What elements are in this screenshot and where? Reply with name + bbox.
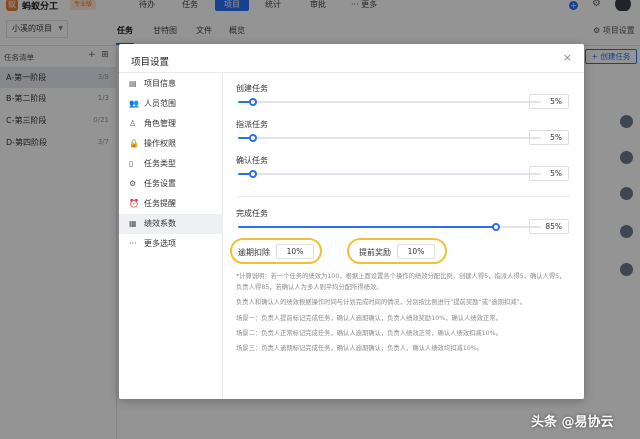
slider-confirm[interactable] — [238, 170, 541, 178]
slider-value-create[interactable]: 5% — [529, 94, 569, 109]
early-reward-label: 提前奖励 — [359, 248, 391, 257]
file-icon: ▯ — [129, 159, 134, 168]
note-text: 场景三：负责人逾期标记完成任务，确认人逾期确认，负责人、确认人绩效均扣减10%。 — [236, 345, 483, 353]
note-text: 场景二：负责人正常标记完成任务，确认人逾期确认，负责人绩效正常，确认人绩效扣减1… — [236, 329, 502, 337]
slider-create[interactable] — [238, 98, 541, 106]
menu-item-task-reminders[interactable]: ⏰ 任务提醒 — [119, 194, 223, 214]
user-icon: ♙ — [129, 119, 137, 128]
menu-item-task-types[interactable]: ▯ 任务类型 — [119, 154, 223, 174]
menu-item-label: 任务设置 — [144, 179, 176, 188]
gear-icon: ⚙ — [129, 179, 137, 188]
slider-handle[interactable] — [249, 170, 258, 178]
menu-item-task-settings[interactable]: ⚙ 任务设置 — [119, 174, 223, 194]
menu-item-label: 更多选项 — [144, 239, 176, 248]
note-text: *计算说明：若一个任务的绩效为100，根据上面设置各个操作的绩效分配比例，创建人… — [236, 273, 566, 292]
slider-label-complete: 完成任务 — [236, 209, 268, 218]
slider-fill — [238, 226, 496, 228]
performance-settings: 创建任务 5% 指派任务 5% 确认任务 5% 完成任务 85% 逾期扣除 10… — [223, 73, 584, 399]
overdue-deduction-group: 逾期扣除 10% — [230, 238, 322, 264]
slider-label-confirm: 确认任务 — [236, 156, 268, 165]
slider-handle[interactable] — [491, 223, 500, 231]
menu-item-more-options[interactable]: ··· 更多选项 — [119, 234, 223, 254]
slider-value-complete[interactable]: 85% — [529, 219, 569, 234]
project-settings-dialog: 项目设置 × ▤ 项目信息 👥 人员范围 ♙ 角色管理 🔒 操作权限 ▯ 任务类… — [119, 44, 584, 399]
divider — [236, 196, 569, 197]
slider-handle[interactable] — [249, 98, 258, 106]
overdue-deduction-label: 逾期扣除 — [238, 248, 270, 257]
slider-handle[interactable] — [249, 134, 258, 142]
menu-item-label: 任务提醒 — [144, 199, 176, 208]
menu-item-label: 绩效系数 — [144, 219, 176, 228]
slider-complete[interactable] — [238, 223, 541, 231]
slider-assign[interactable] — [238, 134, 541, 142]
alarm-icon: ⏰ — [129, 199, 139, 208]
dialog-title: 项目设置 — [131, 57, 170, 68]
menu-item-label: 任务类型 — [144, 159, 176, 168]
menu-item-members[interactable]: 👥 人员范围 — [119, 94, 223, 114]
menu-item-label: 项目信息 — [144, 79, 176, 88]
calculation-notes: *计算说明：若一个任务的绩效为100，根据上面设置各个操作的绩效分配比例，创建人… — [236, 271, 571, 358]
menu-item-performance[interactable]: ▦ 绩效系数 — [119, 214, 223, 234]
ellipsis-icon: ··· — [129, 239, 137, 248]
menu-item-project-info[interactable]: ▤ 项目信息 — [119, 74, 223, 94]
early-reward-input[interactable]: 10% — [397, 244, 435, 259]
watermark: 头条 @易协云 — [531, 415, 614, 430]
settings-menu: ▤ 项目信息 👥 人员范围 ♙ 角色管理 🔒 操作权限 ▯ 任务类型 ⚙ 任务设… — [119, 73, 223, 399]
menu-item-label: 角色管理 — [144, 119, 176, 128]
overdue-deduction-input[interactable]: 10% — [276, 244, 314, 259]
chart-icon: ▦ — [129, 219, 137, 228]
slider-label-assign: 指派任务 — [236, 120, 268, 129]
menu-item-permissions[interactable]: 🔒 操作权限 — [119, 134, 223, 154]
document-icon: ▤ — [129, 79, 137, 88]
menu-item-label: 操作权限 — [144, 139, 176, 148]
early-reward-group: 提前奖励 10% — [347, 238, 447, 264]
lock-icon: 🔒 — [129, 139, 139, 148]
users-icon: 👥 — [129, 99, 139, 108]
close-icon[interactable]: × — [563, 51, 572, 64]
slider-value-assign[interactable]: 5% — [529, 130, 569, 145]
menu-item-roles[interactable]: ♙ 角色管理 — [119, 114, 223, 134]
note-text: 场景一：负责人提前标记完成任务，确认人逾期确认，负责人绩效奖励10%，确认人绩效… — [236, 314, 502, 322]
slider-label-create: 创建任务 — [236, 84, 268, 93]
slider-value-confirm[interactable]: 5% — [529, 166, 569, 181]
note-text: 负责人和确认人的绩效根据操作时间与计划完成时间的情况，分别按比例进行“提前奖励”… — [236, 299, 527, 307]
menu-item-label: 人员范围 — [144, 99, 176, 108]
